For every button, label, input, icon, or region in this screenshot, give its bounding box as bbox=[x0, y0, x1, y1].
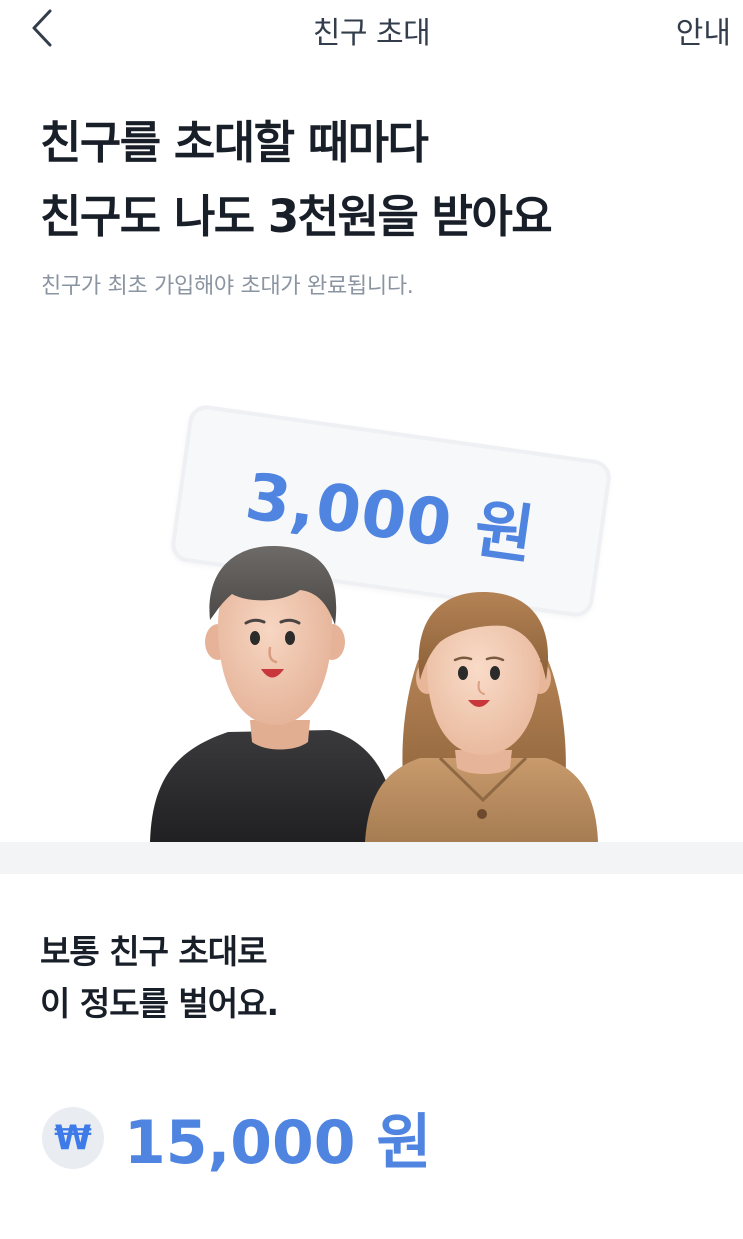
reward-illustration: 3,000 원 bbox=[0, 380, 743, 842]
people-illustration bbox=[150, 545, 598, 842]
invite-friends-page: 친구 초대 안내 친구를 초대할 때마다 친구도 나도 3천원을 받아요 친구가… bbox=[0, 0, 743, 1239]
guide-button[interactable]: 안내 bbox=[676, 8, 731, 52]
man-figure bbox=[150, 545, 398, 842]
top-nav-bar: 친구 초대 안내 bbox=[0, 0, 743, 64]
earnings-title-line-1: 보통 친구 초대로 bbox=[40, 932, 268, 971]
won-coin-icon: ₩ bbox=[42, 1106, 104, 1169]
headline: 친구를 초대할 때마다 친구도 나도 3천원을 받아요 bbox=[40, 106, 720, 254]
earnings-title-line-2: 이 정도를 벌어요. bbox=[40, 984, 279, 1023]
invite-condition-note: 친구가 최초 가입해야 초대가 완료됩니다. bbox=[41, 274, 414, 299]
woman-figure bbox=[365, 592, 598, 842]
earnings-title: 보통 친구 초대로 이 정도를 벌어요. bbox=[40, 926, 279, 1030]
page-title: 친구 초대 bbox=[312, 16, 431, 51]
headline-line-1: 친구를 초대할 때마다 bbox=[40, 116, 429, 169]
earnings-amount-row: ₩ 15,000 원 bbox=[42, 1094, 432, 1181]
section-divider bbox=[0, 842, 743, 874]
headline-line-2: 친구도 나도 3천원을 받아요 bbox=[40, 190, 553, 243]
earnings-amount: 15,000 원 bbox=[124, 1108, 432, 1178]
